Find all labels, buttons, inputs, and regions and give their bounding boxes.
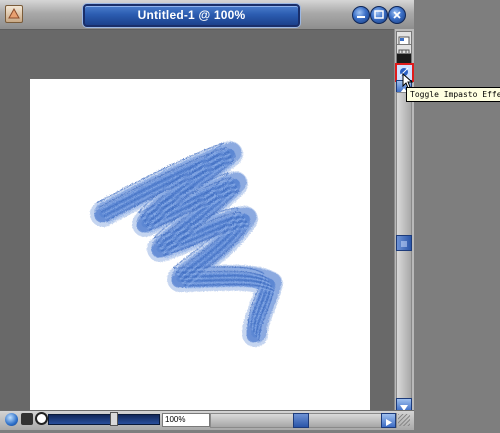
brush-stroke [90,141,283,347]
zoom-icon[interactable] [35,412,48,425]
minimize-button[interactable] [352,6,370,24]
app-icon-glyph [8,7,20,19]
maximize-icon [374,10,384,19]
close-icon [393,11,401,19]
grid-toggle-button[interactable] [396,31,412,46]
vertical-scroll-thumb[interactable] [396,235,412,251]
resize-grip-icon[interactable] [398,414,410,426]
zoom-slider-thumb[interactable] [110,412,118,426]
document-frame [0,30,394,421]
maximize-button[interactable] [370,6,388,24]
app-icon[interactable] [5,5,23,23]
tooltip: Toggle Impasto Effect [406,87,500,102]
globe-icon[interactable] [5,413,18,426]
scroll-right-button[interactable] [381,413,396,428]
window-title: Untitled-1 @ 100% [83,4,300,27]
horizontal-scroll-thumb[interactable] [293,413,309,428]
close-button[interactable] [388,6,406,24]
canvas[interactable] [30,79,370,421]
scroll-right-icon [386,419,392,426]
grip-icon [401,241,407,247]
zoom-slider[interactable] [48,414,160,425]
minimize-icon [357,16,365,18]
zoom-value-field[interactable]: 100% [162,413,210,427]
binoculars-icon[interactable] [21,413,33,425]
